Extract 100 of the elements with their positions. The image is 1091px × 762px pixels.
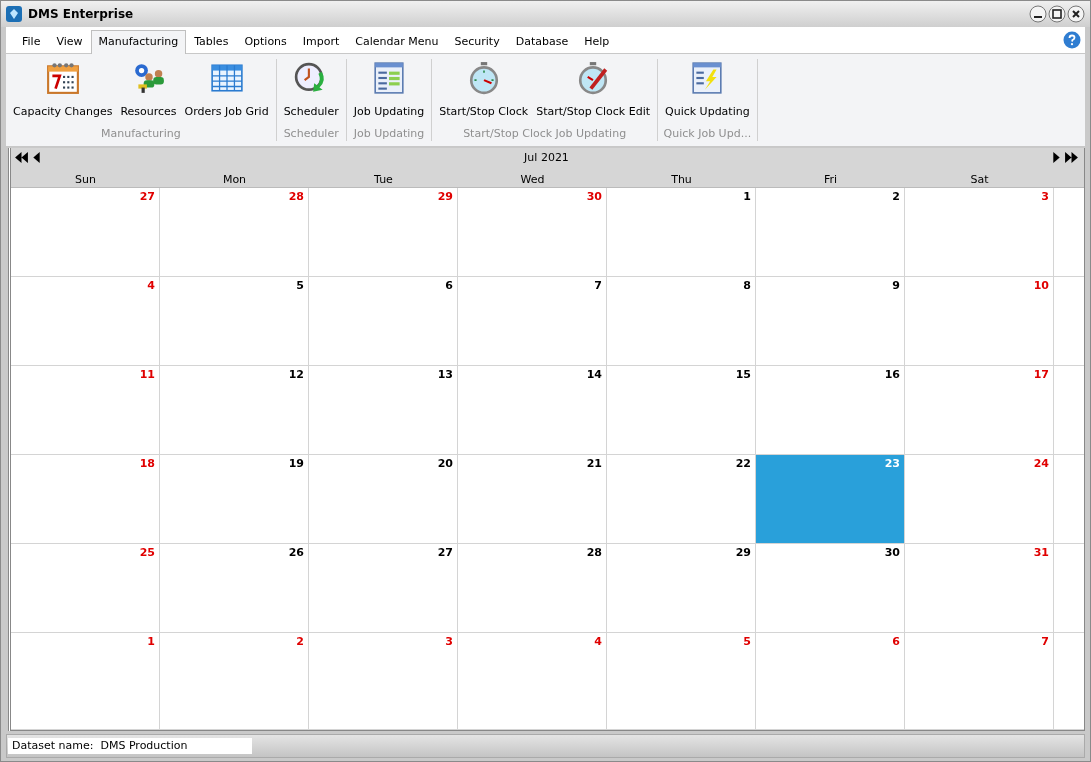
day-cell[interactable]: 2 (756, 188, 905, 277)
day-cell[interactable]: 20 (309, 455, 458, 544)
ribbon-button[interactable]: Quick Updating (661, 59, 754, 127)
minimize-button[interactable] (1029, 5, 1047, 23)
menu-tab[interactable]: Database (507, 30, 577, 53)
day-cell[interactable]: 30 (756, 544, 905, 633)
menu-tab[interactable]: Options (236, 30, 295, 53)
day-number: 16 (884, 368, 900, 381)
calendar-icon (45, 61, 80, 95)
day-number: 27 (139, 190, 155, 203)
menu-tab[interactable]: Import (294, 30, 348, 53)
app-logo-icon (6, 6, 22, 22)
day-number: 10 (1033, 279, 1049, 292)
fast-back-icon[interactable] (15, 151, 28, 163)
day-number: 29 (437, 190, 453, 203)
day-cell[interactable]: 15 (607, 366, 756, 455)
day-cell[interactable]: 8 (607, 277, 756, 366)
day-cell[interactable]: 30 (458, 188, 607, 277)
menu-tab[interactable]: Help (576, 30, 618, 53)
menu-tab[interactable]: View (48, 30, 91, 53)
day-cell[interactable]: 6 (756, 633, 905, 730)
day-cell[interactable]: 3 (309, 633, 458, 730)
day-number: 30 (586, 190, 602, 203)
day-cell[interactable]: 21 (458, 455, 607, 544)
weekday-label: Fri (822, 173, 839, 187)
day-number: 28 (288, 190, 304, 203)
day-cell[interactable]: 29 (607, 544, 756, 633)
day-number: 8 (743, 279, 751, 292)
day-cell[interactable]: 12 (160, 366, 309, 455)
day-number: 24 (1033, 457, 1049, 470)
menu-tab[interactable]: Calendar Menu (347, 30, 447, 53)
day-cell[interactable]: 1 (607, 188, 756, 277)
day-cell[interactable]: 1 (11, 633, 160, 730)
ribbon-button[interactable]: Start/Stop Clock (435, 59, 533, 127)
day-number: 19 (288, 457, 304, 470)
day-cell[interactable]: 14 (458, 366, 607, 455)
day-cell[interactable]: 5 (160, 277, 309, 366)
day-cell[interactable]: 2 (160, 633, 309, 730)
day-number: 23 (884, 457, 900, 470)
day-cell[interactable]: 28 (458, 544, 607, 633)
forward-icon[interactable] (1053, 151, 1060, 163)
day-number: 27 (437, 546, 453, 559)
ribbon-button[interactable]: Capacity Changes (9, 59, 117, 127)
day-cell[interactable]: 4 (11, 277, 160, 366)
day-cell[interactable]: 11 (11, 366, 160, 455)
day-cell[interactable]: 19 (160, 455, 309, 544)
day-number: 12 (288, 368, 304, 381)
day-number: 9 (892, 279, 900, 292)
form-with-lightning-icon (690, 61, 725, 95)
ribbon-button[interactable]: Scheduler (279, 59, 343, 127)
day-number: 5 (296, 279, 304, 292)
day-number: 26 (288, 546, 304, 559)
day-number: 18 (139, 457, 155, 470)
day-cell[interactable]: 26 (160, 544, 309, 633)
day-number: 7 (1041, 635, 1049, 648)
ribbon-button[interactable]: Orders Job Grid (180, 59, 273, 127)
day-cell[interactable]: 5 (607, 633, 756, 730)
menu-tab[interactable]: Tables (186, 30, 237, 53)
day-number: 22 (735, 457, 751, 470)
day-cell[interactable]: 25 (11, 544, 160, 633)
day-cell[interactable]: 28 (160, 188, 309, 277)
day-cell[interactable]: 27 (309, 544, 458, 633)
day-cell[interactable]: 9 (756, 277, 905, 366)
day-number: 25 (139, 546, 155, 559)
day-cell[interactable]: 24 (905, 455, 1054, 544)
day-cell[interactable]: 31 (905, 544, 1054, 633)
group-label: Manufacturing (101, 127, 181, 141)
day-cell[interactable]: 18 (11, 455, 160, 544)
day-cell[interactable]: 10 (905, 277, 1054, 366)
day-cell[interactable]: 27 (11, 188, 160, 277)
ribbon-button[interactable]: Start/Stop Clock Edit (532, 59, 654, 127)
fast-forward-icon[interactable] (1065, 151, 1078, 163)
day-cell[interactable]: 7 (458, 277, 607, 366)
day-cell[interactable]: 6 (309, 277, 458, 366)
day-cell[interactable]: 13 (309, 366, 458, 455)
ribbon-button[interactable]: Resources (116, 59, 181, 127)
day-number: 30 (884, 546, 900, 559)
weekday-label: Wed (519, 173, 546, 187)
day-cell[interactable]: 17 (905, 366, 1054, 455)
day-number: 20 (437, 457, 453, 470)
day-cell[interactable]: 7 (905, 633, 1054, 730)
day-number: 1 (147, 635, 155, 648)
menu-tab[interactable]: File (14, 30, 49, 53)
day-cell[interactable]: 4 (458, 633, 607, 730)
ribbon-button[interactable]: Job Updating (349, 59, 429, 127)
day-number: 17 (1033, 368, 1049, 381)
group-label: Quick Job Upd... (663, 127, 752, 141)
day-cell[interactable]: 29 (309, 188, 458, 277)
day-cell[interactable]: 22 (607, 455, 756, 544)
day-number: 29 (735, 546, 751, 559)
back-icon[interactable] (33, 151, 40, 163)
day-cell[interactable]: 3 (905, 188, 1054, 277)
day-number: 31 (1033, 546, 1049, 559)
group-label: Job Updating (353, 127, 425, 141)
day-cell[interactable]: 16 (756, 366, 905, 455)
help-icon[interactable] (1063, 31, 1081, 49)
maximize-button[interactable] (1048, 5, 1066, 23)
menu-tab[interactable]: Security (446, 30, 508, 53)
close-button[interactable] (1067, 5, 1085, 23)
menu-tab[interactable]: Manufacturing (90, 30, 187, 54)
